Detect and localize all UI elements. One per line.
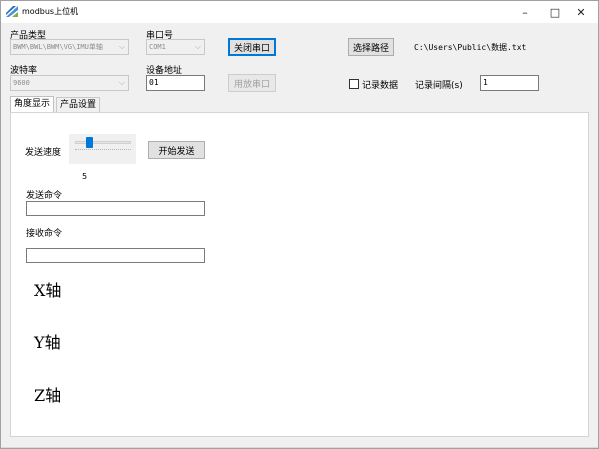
- chevron-down-icon: ⌵: [118, 78, 125, 87]
- x-axis-label: X轴: [34, 281, 62, 300]
- chevron-down-icon: ⌵: [194, 42, 201, 51]
- slider-thumb[interactable]: [86, 137, 93, 148]
- receive-command-label: 接收命令: [26, 229, 63, 239]
- record-data-checkbox[interactable]: [349, 79, 359, 89]
- slider-ticks: [75, 149, 131, 152]
- serial-port-value: COM1: [149, 43, 166, 51]
- status-divider: [1, 447, 598, 448]
- baud-rate-value: 9600: [13, 79, 30, 87]
- open-port-button[interactable]: 用放串口: [228, 74, 276, 92]
- slider-track: [75, 141, 131, 144]
- z-axis-label: Z轴: [34, 386, 62, 405]
- close-button[interactable]: ✕: [564, 1, 598, 23]
- minimize-button[interactable]: –: [508, 1, 542, 23]
- title-bar: modbus上位机 – □ ✕: [1, 1, 598, 23]
- receive-command-input[interactable]: [26, 248, 205, 263]
- main-window: modbus上位机 – □ ✕ 产品类型 BWM\BWL\BWM\VG\IMU单…: [0, 0, 599, 449]
- record-interval-label: 记录间隔(s): [415, 81, 463, 91]
- record-path-text: C:\Users\Public\数据.txt: [414, 43, 527, 52]
- chevron-down-icon: ⌵: [118, 42, 125, 51]
- device-address-input[interactable]: 01: [146, 75, 205, 91]
- tab-product-settings[interactable]: 产品设置: [56, 97, 101, 112]
- send-speed-value: 5: [82, 172, 88, 181]
- baud-rate-select[interactable]: 9600 ⌵: [10, 75, 129, 91]
- product-type-value: BWM\BWL\BWM\VG\IMU单轴: [13, 43, 103, 51]
- send-command-label: 发送命令: [26, 191, 63, 201]
- serial-port-select[interactable]: COM1 ⌵: [146, 39, 205, 55]
- send-speed-label: 发送速度: [25, 148, 62, 158]
- tab-angle-display[interactable]: 角度显示: [10, 96, 55, 113]
- close-port-button[interactable]: 关闭串口: [228, 38, 276, 56]
- product-type-select[interactable]: BWM\BWL\BWM\VG\IMU单轴 ⌵: [10, 39, 129, 55]
- window-title: modbus上位机: [22, 7, 79, 16]
- app-logo-icon: [6, 6, 18, 17]
- send-command-input[interactable]: [26, 201, 205, 216]
- select-path-button[interactable]: 选择路径: [348, 38, 394, 56]
- start-send-button[interactable]: 开始发送: [148, 141, 205, 159]
- record-data-label: 记录数据: [362, 81, 399, 91]
- y-axis-label: Y轴: [34, 333, 61, 352]
- send-speed-slider[interactable]: [69, 134, 136, 164]
- record-interval-input[interactable]: 1: [480, 75, 539, 91]
